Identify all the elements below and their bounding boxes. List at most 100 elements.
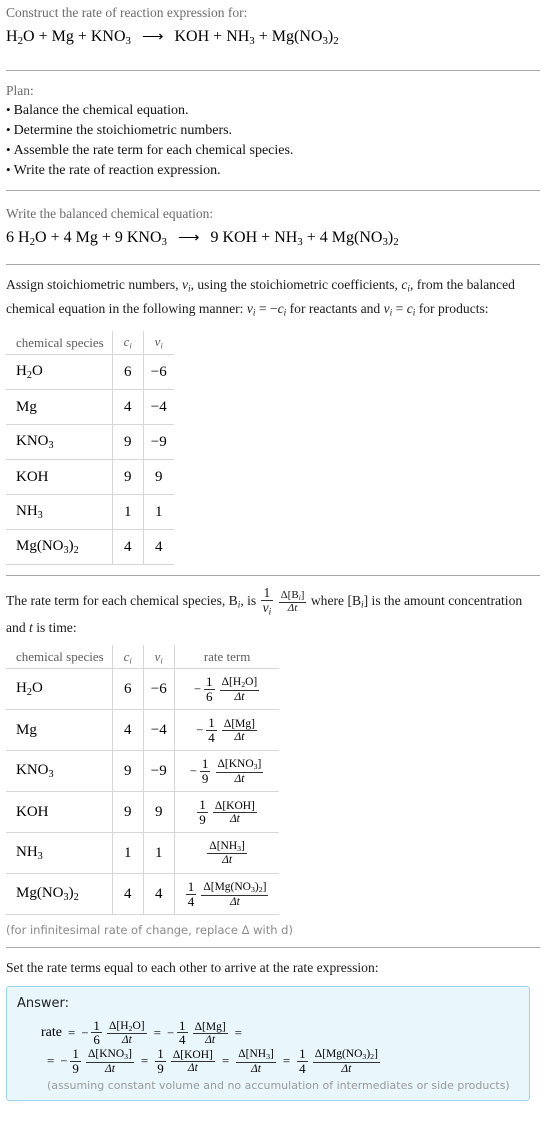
cell-nui: −9	[142, 750, 175, 793]
cell-ci: 4	[111, 389, 144, 426]
input-equation-reactants: H2O + Mg + KNO3	[6, 28, 131, 48]
rate-term-expression: −1 9 Δ[KNO3] Δt	[189, 757, 265, 785]
answer-expression: rate = −1 6 Δ[H2O] Δt = −1 4 Δ[Mg] Δt = = −1 9 Δ[KNO…	[17, 1019, 519, 1076]
table-header-row: chemical species ci νi rate term	[6, 645, 280, 670]
balanced-products: 9 KOH + NH3 + 4 Mg(NO3)2	[210, 229, 398, 248]
cell-nui: −6	[142, 354, 174, 391]
equals-sign: =	[153, 1024, 161, 1040]
fraction: Δ[Mg] Δt	[221, 718, 257, 744]
plan-list: • Balance the chemical equation. • Determin…	[6, 100, 540, 180]
fraction: 19	[155, 1046, 166, 1076]
plus-sign: +	[254, 28, 272, 45]
cell-species: NH3	[6, 494, 113, 531]
equals-sign: =	[67, 1024, 76, 1040]
cell-rate-term: −1 4 Δ[Mg] Δt	[173, 709, 280, 752]
cell-species: Mg	[6, 389, 113, 426]
rate-term-expression: −1 4 Δ[Mg] Δt	[196, 716, 258, 744]
cell-species: Mg	[6, 709, 113, 752]
species-term: 9 KNO3	[114, 229, 167, 249]
cell-ci: 6	[111, 668, 144, 711]
input-equation: H2O + Mg + KNO3 ⟶ KOH + NH3 + Mg(NO3)2	[6, 21, 540, 53]
column-header-rate-term: rate term	[173, 645, 280, 670]
column-header-species: chemical species	[6, 331, 113, 356]
species-term: Mg	[51, 28, 74, 45]
cell-nui: −4	[142, 709, 175, 752]
column-header-species: chemical species	[6, 645, 113, 670]
fraction: Δ[KNO3] Δt	[86, 1048, 134, 1075]
cell-nui: 4	[142, 873, 175, 916]
table-row: H2O 6 −6 −1 6 Δ[H2O] Δt	[6, 668, 280, 711]
minus-sign: −	[60, 1054, 68, 1069]
cell-nui: −6	[142, 668, 175, 711]
cell-nui: 1	[142, 832, 175, 875]
cell-ci: 9	[111, 791, 144, 834]
plan-title: Plan:	[6, 83, 34, 99]
table-row: KOH 9 9	[6, 459, 174, 496]
fraction: Δ[KOH] Δt	[170, 1048, 215, 1075]
rate-term-expression: −1 4 Δ[Mg] Δt	[167, 1019, 229, 1047]
species-term: KOH	[174, 28, 210, 45]
fraction: 19	[70, 1046, 81, 1076]
equals-sign: =	[140, 1053, 149, 1069]
equals-sign: =	[234, 1024, 242, 1040]
stoichiometric-section: Assign stoichiometric numbers, νi, using…	[6, 265, 540, 575]
fraction: Δ[Mg] Δt	[192, 1020, 228, 1046]
problem-page: Construct the rate of reaction expressio…	[0, 0, 546, 1111]
fraction: 19	[199, 756, 211, 786]
equals-sign: =	[221, 1053, 230, 1069]
species-term: 4 Mg	[63, 229, 98, 247]
stoichiometric-paragraph: Assign stoichiometric numbers, νi, using…	[6, 277, 515, 318]
fraction: 14	[185, 879, 197, 909]
input-equation-products: KOH + NH3 + Mg(NO3)2	[174, 28, 338, 47]
fraction: Δ[Bi] Δt	[278, 588, 307, 614]
cell-nui: 4	[142, 529, 174, 566]
fraction: Δ[Mg(NO3)2] Δt	[201, 881, 269, 908]
cell-species: H2O	[6, 354, 113, 391]
rate-term-expression: 19 Δ[KOH] Δt	[196, 798, 258, 826]
cell-ci: 6	[111, 354, 144, 391]
fraction: Δ[H2O] Δt	[219, 676, 260, 703]
plus-sign: +	[46, 229, 64, 247]
cell-species: Mg(NO3)2	[6, 529, 113, 566]
cell-rate-term: −1 6 Δ[H2O] Δt	[173, 668, 280, 711]
cell-ci: 4	[111, 709, 144, 752]
fraction: 14	[177, 1017, 188, 1048]
column-header-ci: ci	[111, 331, 144, 356]
balanced-equation-title: Write the balanced chemical equation:	[6, 206, 214, 222]
answer-label: Answer:	[17, 995, 70, 1011]
prompt-section: Construct the rate of reaction expressio…	[6, 0, 540, 53]
plan-item-label: Determine the stoichiometric numbers.	[13, 123, 233, 139]
plan-item: • Determine the stoichiometric numbers.	[6, 120, 540, 140]
table-row: KNO3 9 −9−1 9 Δ[KNO3] Δt	[6, 750, 280, 793]
fraction: Δ[Mg(NO3)2] Δt	[312, 1048, 380, 1075]
cell-species: H2O	[6, 668, 113, 711]
bullet-icon: •	[6, 122, 11, 138]
reaction-arrow-icon: ⟶	[177, 230, 200, 247]
cell-nui: 9	[142, 791, 175, 834]
column-header-nui: νi	[142, 645, 175, 670]
cell-ci: 4	[111, 529, 144, 566]
cell-nui: 1	[142, 494, 174, 531]
reaction-arrow-icon: ⟶	[141, 29, 164, 45]
cell-rate-term: 14 Δ[Mg(NO3)2] Δt	[173, 873, 280, 916]
species-term: KNO3	[90, 28, 131, 48]
table-row: H2O 6 −6	[6, 354, 174, 391]
rate-term-paragraph: The rate term for each chemical species,…	[6, 585, 523, 635]
rate-term-expression: 14 Δ[Mg(NO3)2] Δt	[185, 880, 270, 908]
rate-term-expression: −1 9 Δ[KNO3] Δt	[60, 1047, 135, 1075]
cell-rate-term: Δ[NH3] Δt	[173, 832, 280, 875]
minus-sign: −	[189, 763, 197, 778]
minus-sign: −	[166, 1026, 174, 1041]
cell-ci: 1	[111, 832, 144, 875]
species-term: H2O	[6, 28, 35, 48]
answer-assumption: (assuming constant volume and no accumul…	[47, 1079, 510, 1093]
table-row: NH3 1 1 Δ[NH3] Δt	[6, 832, 280, 875]
bullet-icon: •	[6, 162, 11, 178]
bullet-icon: •	[6, 142, 11, 158]
plus-sign: +	[302, 229, 320, 247]
rate-term-table: chemical species ci νi rate term H2O 6 −6−…	[6, 645, 280, 916]
fraction: Δ[KNO3] Δt	[215, 758, 264, 785]
answer-box: Answer: rate = −1 6 Δ[H2O] Δt = −1 4 Δ[Mg] Δt = = −…	[6, 985, 530, 1102]
minus-sign: −	[196, 722, 204, 737]
table-header-row: chemical species ci νi	[6, 331, 174, 356]
